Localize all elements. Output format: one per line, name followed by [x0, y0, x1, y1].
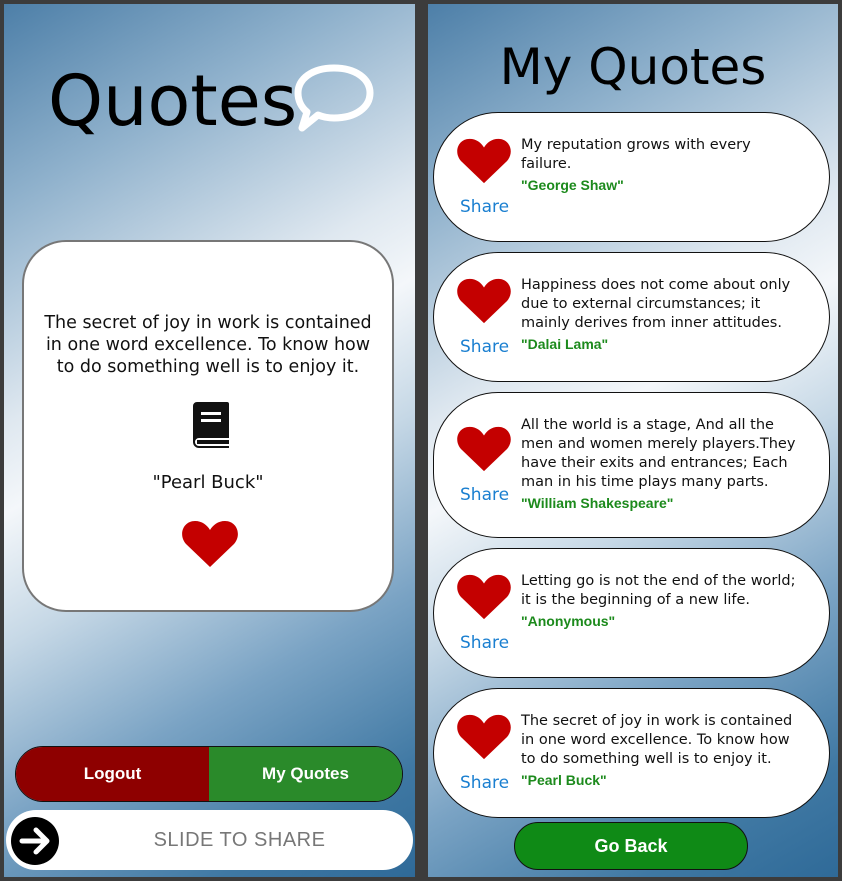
heart-icon[interactable] [456, 277, 512, 325]
quote-body: My reputation grows with every failure. [521, 137, 751, 172]
featured-quote-card: The secret of joy in work is contained i… [22, 240, 394, 612]
heart-icon[interactable] [456, 137, 512, 185]
share-link[interactable]: Share [460, 485, 509, 505]
list-item: Share All the world is a stage, And all … [433, 392, 830, 538]
share-link[interactable]: Share [460, 197, 509, 217]
speech-bubble-icon [294, 64, 374, 132]
share-link[interactable]: Share [460, 337, 509, 357]
list-item: Share The secret of joy in work is conta… [433, 688, 830, 818]
quote-author: "Dalai Lama" [521, 336, 609, 352]
slider-label: SLIDE TO SHARE [153, 828, 326, 851]
book-icon [193, 402, 229, 448]
quote-body: Happiness does not come about only due t… [521, 277, 791, 331]
quote-text: The secret of joy in work is contained i… [521, 712, 801, 790]
quote-author: "Anonymous" [521, 613, 616, 629]
arrow-right-icon[interactable] [10, 816, 60, 866]
go-back-button[interactable]: Go Back [514, 822, 748, 870]
quote-author: "Pearl Buck" [521, 772, 607, 788]
list-item: Share Letting go is not the end of the w… [433, 548, 830, 678]
logout-button[interactable]: Logout [16, 747, 209, 801]
quote-body: Letting go is not the end of the world; … [521, 573, 796, 608]
quote-body: The secret of joy in work is contained i… [521, 713, 793, 767]
my-quotes-button[interactable]: My Quotes [209, 747, 402, 801]
app-title: Quotes [48, 60, 298, 142]
quote-text: Happiness does not come about only due t… [521, 276, 801, 354]
featured-quote-text: The secret of joy in work is contained i… [44, 313, 372, 377]
quote-text: My reputation grows with every failure. … [521, 136, 801, 195]
heart-icon[interactable] [456, 713, 512, 761]
home-screen: Quotes The secret of joy in work is cont… [4, 4, 415, 877]
share-link[interactable]: Share [460, 773, 509, 793]
heart-icon[interactable] [181, 519, 239, 569]
list-item: Share Happiness does not come about only… [433, 252, 830, 382]
quote-text: All the world is a stage, And all the me… [521, 416, 801, 513]
slide-to-share-slider[interactable]: SLIDE TO SHARE [6, 810, 413, 870]
my-quotes-screen: My Quotes Share My reputation grows with… [428, 4, 838, 877]
share-link[interactable]: Share [460, 633, 509, 653]
featured-quote-author: "Pearl Buck" [152, 472, 264, 493]
list-item: Share My reputation grows with every fai… [433, 112, 830, 242]
action-button-row: Logout My Quotes [15, 746, 403, 802]
heart-icon[interactable] [456, 425, 512, 473]
quote-author: "William Shakespeare" [521, 495, 674, 511]
page-title: My Quotes [499, 38, 767, 96]
quote-text: Letting go is not the end of the world; … [521, 572, 801, 631]
quote-author: "George Shaw" [521, 177, 624, 193]
heart-icon[interactable] [456, 573, 512, 621]
quote-body: All the world is a stage, And all the me… [521, 417, 796, 490]
